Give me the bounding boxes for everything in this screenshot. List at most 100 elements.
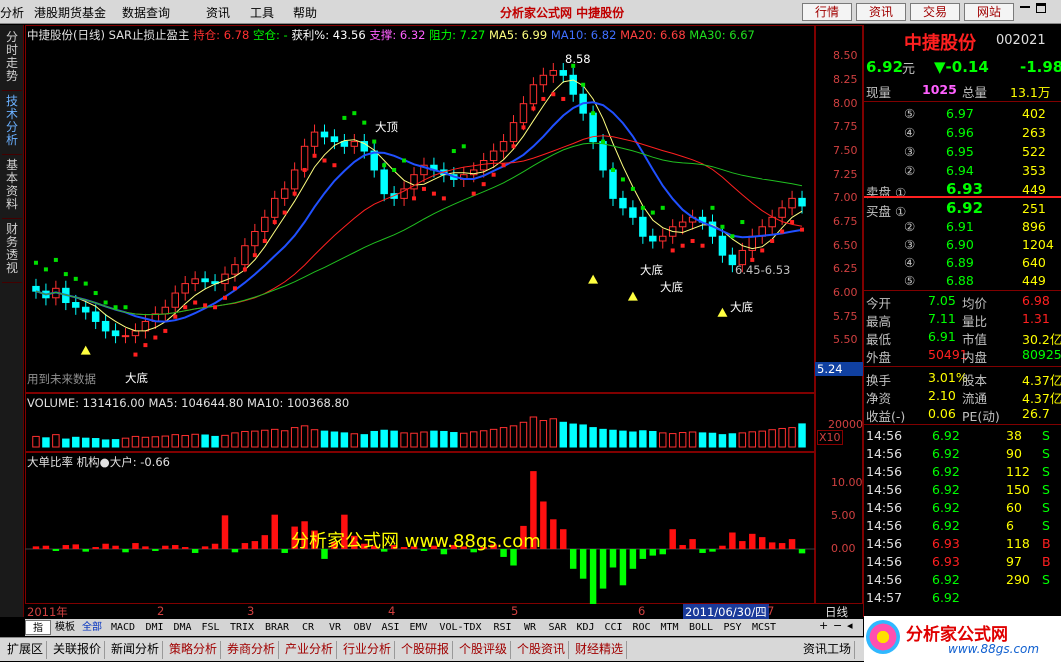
trade-button[interactable]: 交易 xyxy=(910,3,960,21)
volume-bar xyxy=(559,421,567,448)
minimize-icon[interactable] xyxy=(1020,6,1030,8)
stat-row: 最高 7.11 量比 1.31 xyxy=(864,310,1059,329)
candle-body xyxy=(489,150,498,162)
indicator-button[interactable]: KDJ xyxy=(572,620,599,635)
ma10-line xyxy=(35,101,803,323)
tick-volume: 150 xyxy=(1006,482,1030,497)
indicator-button[interactable]: 指标 xyxy=(25,620,51,649)
bottom-marker-icon xyxy=(717,307,728,317)
nav-button[interactable]: 个股研报 xyxy=(398,641,454,659)
brand-url: www.88gs.com xyxy=(948,642,1040,656)
candle-body xyxy=(280,188,289,199)
stat-label: 外盘 xyxy=(866,350,892,365)
menu-hk-futures[interactable]: 港股期货基金 xyxy=(34,4,106,21)
volume-bar xyxy=(589,427,597,448)
indicator-button[interactable]: CR xyxy=(295,620,321,635)
menu-analysis[interactable]: 分析 xyxy=(0,4,24,21)
chart-canvas[interactable] xyxy=(25,25,815,604)
candle-body xyxy=(111,330,120,337)
scroll-left-icon[interactable]: ◂ xyxy=(847,619,853,632)
range-label: 6.45-6.53 xyxy=(735,263,791,277)
volume-bar xyxy=(271,428,279,448)
maximize-icon[interactable] xyxy=(1036,3,1046,13)
nav-button[interactable]: 关联报价 xyxy=(50,641,106,659)
indicator-button[interactable]: BOLL xyxy=(684,620,718,635)
nav-button[interactable]: 个股评级 xyxy=(456,641,512,659)
menu-data-query[interactable]: 数据查询 xyxy=(122,4,170,21)
candle-body xyxy=(659,235,667,242)
sell-volume: 449 xyxy=(1022,182,1046,197)
nav-button[interactable]: 新闻分析 xyxy=(108,641,164,659)
nav-button[interactable]: 个股资讯 xyxy=(514,641,570,659)
nav-button[interactable]: 扩展区 xyxy=(4,641,48,659)
indicator-button[interactable]: VOL-TDX xyxy=(433,620,488,635)
indicator-button[interactable]: CCI xyxy=(600,620,627,635)
zoom-in-icon[interactable]: + xyxy=(819,619,828,632)
quote-price-unit: 元 xyxy=(902,62,916,77)
nav-button[interactable]: 券商分析 xyxy=(224,641,280,659)
stat-value: 80925 xyxy=(1022,347,1061,362)
sar-dot xyxy=(83,281,88,286)
volume-bar xyxy=(290,427,299,448)
info-workshop-button[interactable]: 资讯工场 xyxy=(800,641,856,659)
nav-button[interactable]: 行业分析 xyxy=(340,641,396,659)
indicator-button[interactable]: VR xyxy=(322,620,348,635)
website-button[interactable]: 网站 xyxy=(964,3,1014,21)
quote-button[interactable]: 行情 xyxy=(802,3,852,21)
indicator-button[interactable]: 全部 xyxy=(79,620,105,635)
tab-fundamentals[interactable]: 基本资料 xyxy=(2,159,22,219)
indicator-button[interactable]: MCST xyxy=(747,620,781,635)
buy-volume: 449 xyxy=(1022,273,1046,288)
sar-dot xyxy=(591,111,596,116)
zoom-out-icon[interactable]: − xyxy=(833,619,842,632)
indicator-button[interactable]: EMV xyxy=(405,620,432,635)
tick-price: 6.92 xyxy=(932,446,960,461)
volume-bar xyxy=(400,432,408,448)
separator xyxy=(864,424,1061,425)
nav-button[interactable]: 财经精选 xyxy=(572,641,628,659)
indicator-button[interactable]: SAR xyxy=(544,620,571,635)
menu-help[interactable]: 帮助 xyxy=(293,4,317,21)
candle-body xyxy=(768,216,776,228)
menu-tools[interactable]: 工具 xyxy=(250,4,274,21)
indicator-button[interactable]: RSI xyxy=(489,620,516,635)
sar-dot xyxy=(471,191,476,196)
buy-level: ③ xyxy=(904,237,916,252)
menu-news[interactable]: 资讯 xyxy=(206,4,230,21)
indicator-button[interactable]: WR xyxy=(517,620,543,635)
indicator-button[interactable]: MTM xyxy=(656,620,683,635)
sar-dot xyxy=(660,205,665,210)
indicator-button[interactable]: PSY xyxy=(719,620,746,635)
tab-financials[interactable]: 财务透视 xyxy=(2,223,22,283)
news-button[interactable]: 资讯 xyxy=(856,3,906,21)
indicator-button[interactable]: 模板 xyxy=(52,620,78,635)
indicator-button[interactable]: MACD xyxy=(106,620,140,635)
indicator-bar xyxy=(172,545,179,549)
indicator-bar xyxy=(102,543,109,549)
indicator-button[interactable]: OBV xyxy=(349,620,376,635)
candle-body xyxy=(718,235,727,256)
indicator-button[interactable]: ROC xyxy=(628,620,655,635)
indicator-button[interactable]: DMI xyxy=(141,620,168,635)
nav-button[interactable]: 产业分析 xyxy=(282,641,338,659)
indicator-button[interactable]: FSL xyxy=(197,620,224,635)
buy-price: 6.88 xyxy=(946,273,974,288)
sar-dot xyxy=(93,291,98,296)
nav-button[interactable]: 策略分析 xyxy=(166,641,222,659)
chart-area[interactable]: 中捷股份(日线) SAR止损止盈主 持仓: 6.78 空仓: - 获利%: 43… xyxy=(25,25,863,620)
indicator-button[interactable]: TRIX xyxy=(225,620,259,635)
price-axis-label: 7.00 xyxy=(833,191,858,205)
tick-time: 14:56 xyxy=(866,482,903,497)
sar-dot xyxy=(232,286,237,291)
buy-volume: 896 xyxy=(1022,219,1046,234)
tab-technical[interactable]: 技术分析 xyxy=(2,95,22,155)
indicator-button[interactable]: DMA xyxy=(169,620,196,635)
indicator-button[interactable]: ASI xyxy=(377,620,404,635)
indicator-button[interactable]: BRAR xyxy=(260,620,294,635)
time-axis: 2011年 2 3 4 5 6 2011/06/30/四 7 日线 xyxy=(25,604,848,620)
bottom-marker-icon xyxy=(627,291,638,301)
candle-body xyxy=(778,207,786,218)
volume-bar xyxy=(509,425,518,448)
sar-dot xyxy=(620,177,625,182)
tab-intraday[interactable]: 分时走势 xyxy=(2,31,22,91)
